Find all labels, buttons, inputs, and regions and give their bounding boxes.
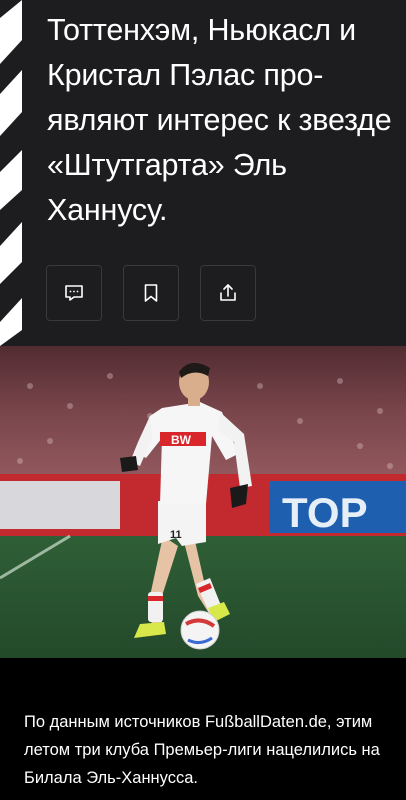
share-button[interactable] xyxy=(200,265,256,321)
player-photo: TOP 11 BW xyxy=(0,346,406,658)
football xyxy=(180,610,220,650)
shirt-sponsor: BW xyxy=(171,433,192,447)
article-photo: TOP 11 BW xyxy=(0,346,406,658)
article-title: Тоттенхэм, Ньюкасл и Кристал Пэлас про-я… xyxy=(47,13,392,227)
shorts-number: 11 xyxy=(170,529,182,541)
bookmark-button[interactable] xyxy=(123,265,179,321)
ad-board-text: TOP xyxy=(282,489,368,536)
comment-icon xyxy=(65,285,83,301)
decorative-zigzag xyxy=(0,0,22,346)
caption-area: По данным источников FußballDaten.de, эт… xyxy=(0,658,406,800)
article-screen: Тоттенхэм, Ньюкасл и Кристал Пэлас про-я… xyxy=(0,0,406,800)
share-icon xyxy=(220,284,236,301)
photo-caption: По данным источников FußballDaten.de, эт… xyxy=(24,713,380,787)
bookmark-icon xyxy=(144,284,158,302)
comment-button[interactable] xyxy=(46,265,102,321)
article-header: Тоттенхэм, Ньюкасл и Кристал Пэлас про-я… xyxy=(0,0,406,346)
